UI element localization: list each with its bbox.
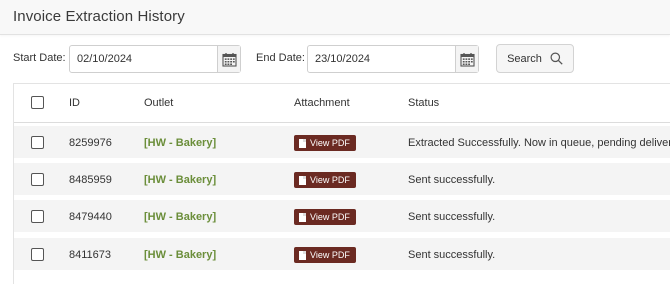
calendar-icon xyxy=(459,52,475,67)
table-row: 8259976 [HW - Bakery] View PDF Extracted… xyxy=(14,126,670,159)
end-date-group xyxy=(307,45,479,73)
page-title: Invoice Extraction History xyxy=(13,8,185,25)
row-checkbox[interactable] xyxy=(31,173,44,186)
invoice-table: ID Outlet Attachment Status 8259976 [HW … xyxy=(13,83,670,284)
table-row: 8411673 [HW - Bakery] View PDF Sent succ… xyxy=(14,238,670,271)
page-header: Invoice Extraction History xyxy=(0,0,670,35)
row-id: 8485959 xyxy=(69,174,112,186)
table-header: ID Outlet Attachment Status xyxy=(14,84,670,123)
document-icon xyxy=(299,212,306,222)
row-outlet: [HW - Bakery] xyxy=(144,137,217,149)
view-pdf-label: View PDF xyxy=(310,175,350,185)
view-pdf-button[interactable]: View PDF xyxy=(294,247,356,263)
row-status: Sent successfully. xyxy=(408,174,496,186)
start-date-calendar-button[interactable] xyxy=(217,46,240,72)
search-icon xyxy=(550,52,563,65)
row-outlet: [HW - Bakery] xyxy=(144,249,217,261)
column-header-outlet: Outlet xyxy=(144,97,174,109)
end-date-calendar-button[interactable] xyxy=(455,46,478,72)
row-status: Extracted Successfully. Now in queue, pe… xyxy=(408,137,670,149)
document-icon xyxy=(299,250,306,260)
view-pdf-button[interactable]: View PDF xyxy=(294,209,356,225)
row-checkbox[interactable] xyxy=(31,136,44,149)
start-date-label: Start Date: xyxy=(13,52,66,64)
view-pdf-button[interactable]: View PDF xyxy=(294,172,356,188)
calendar-icon xyxy=(221,52,237,67)
row-status: Sent successfully. xyxy=(408,249,496,261)
view-pdf-label: View PDF xyxy=(310,212,350,222)
column-header-id: ID xyxy=(69,97,80,109)
search-button[interactable]: Search xyxy=(496,44,574,73)
row-outlet: [HW - Bakery] xyxy=(144,174,217,186)
select-all-checkbox[interactable] xyxy=(31,96,44,109)
row-checkbox[interactable] xyxy=(31,248,44,261)
end-date-label: End Date: xyxy=(256,52,305,64)
row-id: 8479440 xyxy=(69,211,112,223)
row-id: 8259976 xyxy=(69,137,112,149)
column-header-status: Status xyxy=(408,97,440,109)
row-id: 8411673 xyxy=(69,249,112,261)
table-row: 8485959 [HW - Bakery] View PDF Sent succ… xyxy=(14,163,670,196)
view-pdf-label: View PDF xyxy=(310,250,350,260)
document-icon xyxy=(299,138,306,148)
start-date-input[interactable] xyxy=(70,46,217,72)
start-date-group xyxy=(69,45,241,73)
view-pdf-button[interactable]: View PDF xyxy=(294,135,356,151)
table-row: 8479440 [HW - Bakery] View PDF Sent succ… xyxy=(14,200,670,233)
column-header-attachment: Attachment xyxy=(294,97,350,109)
row-checkbox[interactable] xyxy=(31,210,44,223)
end-date-input[interactable] xyxy=(308,46,455,72)
view-pdf-label: View PDF xyxy=(310,138,350,148)
row-outlet: [HW - Bakery] xyxy=(144,211,217,223)
row-status: Sent successfully. xyxy=(408,211,496,223)
search-button-label: Search xyxy=(507,52,542,65)
document-icon xyxy=(299,175,306,185)
